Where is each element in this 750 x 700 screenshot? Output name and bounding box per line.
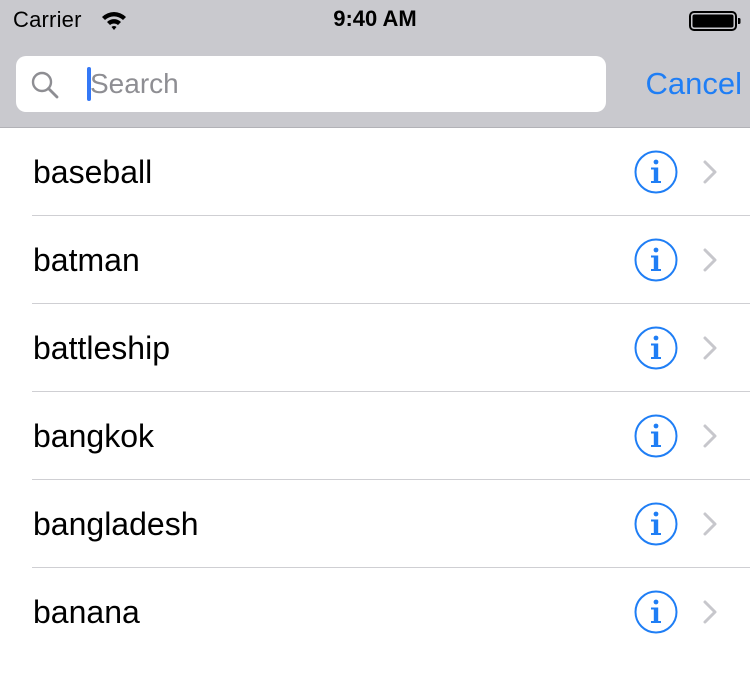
screen: Carrier 9:40 AM Cancel base	[0, 0, 750, 700]
search-results-list: baseball batman battleship bangkok bangl…	[0, 128, 750, 656]
list-item-label: batman	[33, 242, 140, 278]
cancel-button[interactable]: Cancel	[620, 60, 743, 108]
list-item[interactable]: baseball	[0, 128, 750, 216]
list-item[interactable]: bangladesh	[0, 480, 750, 568]
info-icon[interactable]	[634, 150, 678, 194]
list-item-label: bangladesh	[33, 506, 199, 542]
search-field[interactable]	[16, 56, 606, 112]
list-item[interactable]: battleship	[0, 304, 750, 392]
chevron-right-icon	[703, 600, 717, 624]
info-icon[interactable]	[634, 502, 678, 546]
info-icon[interactable]	[634, 590, 678, 634]
info-icon[interactable]	[634, 414, 678, 458]
chevron-right-icon	[703, 160, 717, 184]
list-item-label: baseball	[33, 154, 153, 190]
search-bar-area: Carrier 9:40 AM Cancel	[0, 0, 750, 128]
list-item[interactable]: banana	[0, 568, 750, 656]
search-input[interactable]	[90, 56, 590, 112]
chevron-right-icon	[703, 336, 717, 360]
list-item-label: banana	[33, 594, 140, 630]
search-icon	[31, 71, 59, 99]
chevron-right-icon	[703, 248, 717, 272]
list-item[interactable]: bangkok	[0, 392, 750, 480]
chevron-right-icon	[703, 512, 717, 536]
chevron-right-icon	[703, 424, 717, 448]
status-bar: Carrier 9:40 AM	[0, 0, 750, 40]
info-icon[interactable]	[634, 238, 678, 282]
list-item[interactable]: batman	[0, 216, 750, 304]
status-time: 9:40 AM	[333, 6, 417, 31]
info-icon[interactable]	[634, 326, 678, 370]
list-item-label: bangkok	[33, 418, 154, 454]
list-item-label: battleship	[33, 330, 170, 366]
battery-icon	[689, 11, 741, 31]
